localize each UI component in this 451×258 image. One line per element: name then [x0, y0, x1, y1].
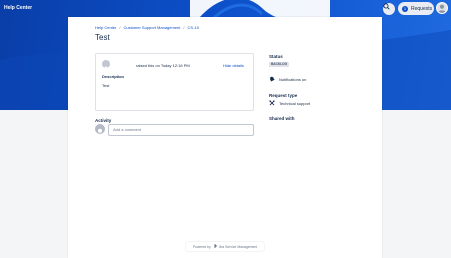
- search-button[interactable]: [383, 3, 395, 15]
- help-center-link[interactable]: Help Center: [4, 5, 32, 11]
- requests-label: Requests: [411, 5, 433, 12]
- request-type-label: Request type: [269, 93, 298, 98]
- hide-details-link[interactable]: Hide details: [223, 63, 244, 68]
- status-badge: BACKLOG: [269, 62, 290, 67]
- request-type-row: Technical support: [269, 100, 310, 106]
- commenter-avatar: [95, 124, 105, 134]
- description-value: Test: [102, 83, 110, 88]
- breadcrumb-project[interactable]: Customer Support Management: [123, 25, 180, 30]
- request-type-value: Technical support: [279, 100, 311, 106]
- breadcrumb-issue-key[interactable]: CS-15: [188, 25, 199, 30]
- request-details-panel: raised this on Today 12:16 PM Hide detai…: [95, 53, 254, 111]
- requests-button[interactable]: 1 Requests: [398, 2, 434, 15]
- user-avatar-icon: [438, 4, 446, 13]
- description-label: Description: [102, 74, 125, 79]
- powered-by-text: Powered by: [192, 244, 211, 249]
- profile-avatar-button[interactable]: [436, 2, 448, 14]
- powered-by-footer: Powered by Jira Service Management: [186, 242, 264, 251]
- notifications-label: Notifications on: [279, 76, 307, 82]
- user-avatar-icon: [98, 128, 102, 133]
- requests-count-badge: 1: [402, 5, 408, 12]
- bell-icon: [269, 76, 275, 82]
- raised-timestamp: raised this on Today 12:16 PM: [136, 63, 190, 68]
- breadcrumb-separator: /: [119, 25, 121, 30]
- notifications-toggle[interactable]: Notifications on: [269, 76, 306, 82]
- activity-heading: Activity: [95, 118, 112, 123]
- breadcrumb: Help Center / Customer Support Managemen…: [95, 25, 199, 30]
- status-label: Status: [269, 54, 283, 59]
- jira-logo-icon: [213, 244, 217, 248]
- tools-icon: [269, 100, 275, 106]
- breadcrumb-separator: /: [183, 25, 185, 30]
- breadcrumb-help-center[interactable]: Help Center: [95, 25, 116, 30]
- shared-with-label: Shared with: [269, 116, 295, 121]
- user-avatar-icon: [104, 66, 108, 68]
- product-link[interactable]: Jira Service Management: [219, 245, 257, 249]
- search-icon: [383, 3, 390, 10]
- reporter-avatar: [102, 60, 110, 68]
- request-title: Test: [95, 33, 110, 42]
- request-card: Help Center / Customer Support Managemen…: [68, 17, 382, 258]
- add-comment-input[interactable]: Add a comment: [108, 124, 254, 136]
